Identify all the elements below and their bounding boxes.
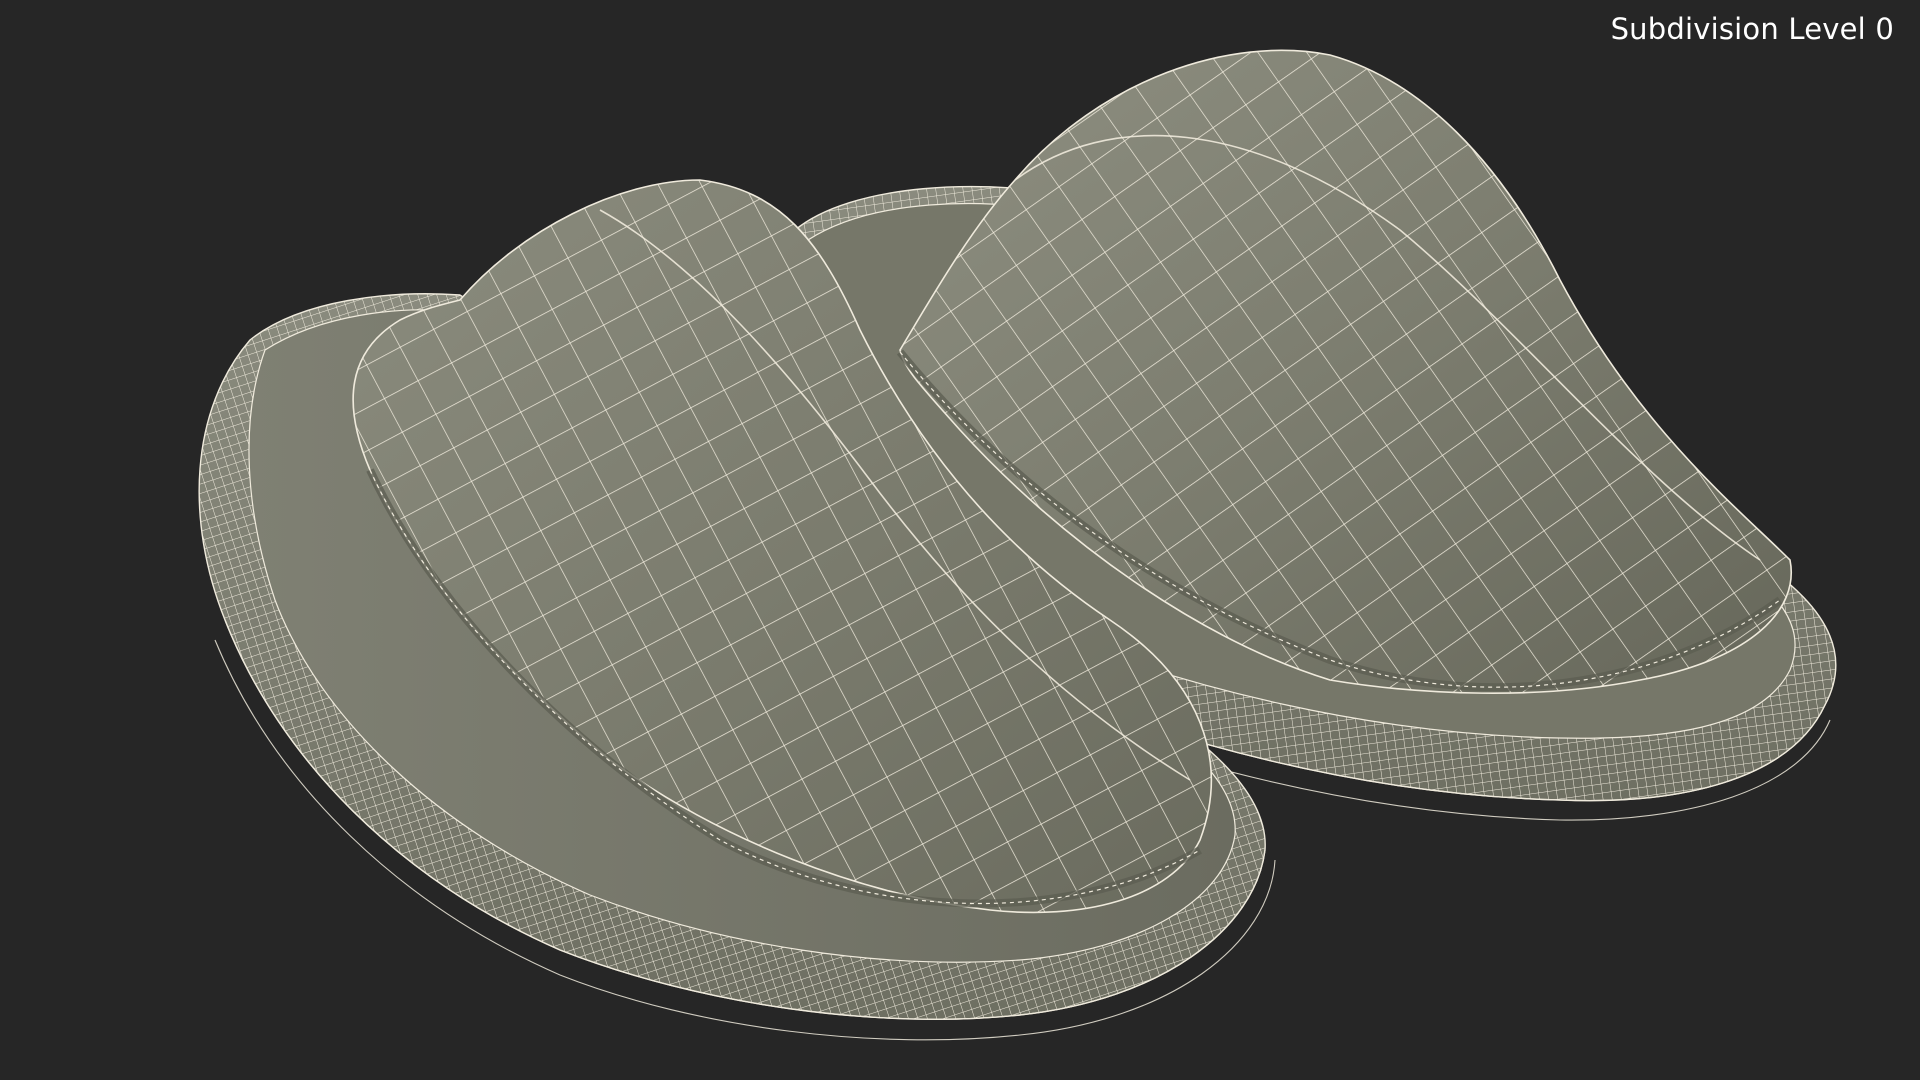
- model-render: [198, 49, 1837, 1041]
- 3d-viewport[interactable]: Subdivision Level 0: [0, 0, 1920, 1080]
- subdivision-level-label: Subdivision Level 0: [1610, 12, 1894, 46]
